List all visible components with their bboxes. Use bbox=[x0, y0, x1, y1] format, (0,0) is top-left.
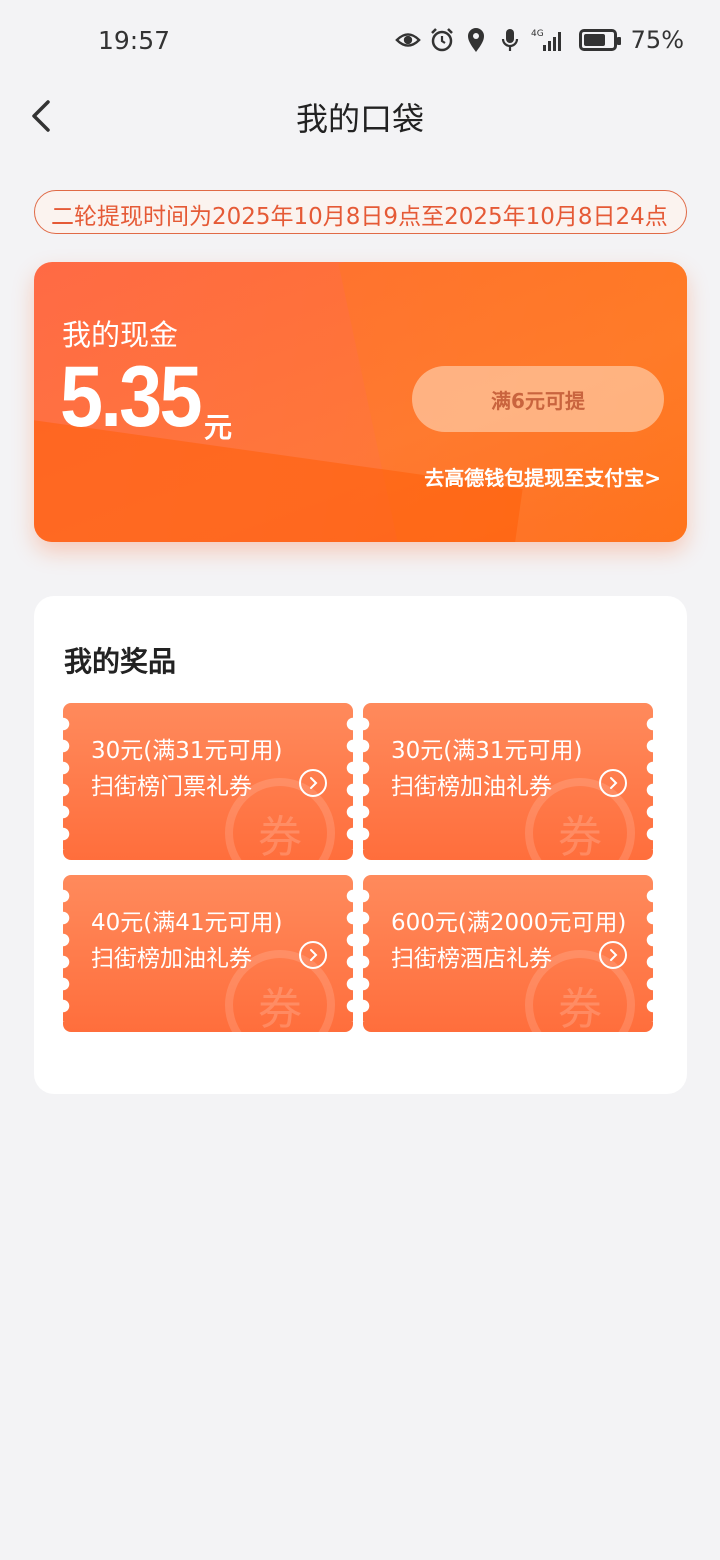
coupon-amount: 30元(满31元可用) bbox=[91, 738, 283, 764]
coupon-card[interactable]: 券 600元(满2000元可用) 扫街榜酒店礼券 bbox=[363, 875, 653, 1032]
signal-icon: 4G bbox=[531, 27, 565, 53]
location-icon bbox=[463, 27, 489, 53]
cash-unit: 元 bbox=[204, 411, 233, 444]
cash-amount: 5.35 bbox=[60, 349, 203, 445]
status-icons: 4G 75% bbox=[394, 26, 684, 54]
chevron-right-circle-icon[interactable] bbox=[299, 769, 327, 797]
eye-icon bbox=[394, 27, 421, 53]
coupon-card[interactable]: 券 30元(满31元可用) 扫街榜加油礼券 bbox=[363, 703, 653, 860]
notice-text: 二轮提现时间为2025年10月8日9点至2025年10月8日24点 bbox=[51, 204, 668, 230]
status-bar: 19:57 4G 75% bbox=[0, 0, 720, 84]
coupon-notches bbox=[645, 713, 653, 850]
coupon-notches bbox=[345, 713, 353, 850]
battery-icon bbox=[578, 29, 621, 51]
coupon-notches bbox=[363, 885, 371, 1022]
alipay-withdraw-link[interactable]: 去高德钱包提现至支付宝> bbox=[424, 462, 661, 491]
chevron-right-circle-icon[interactable] bbox=[299, 941, 327, 969]
prizes-section: 我的奖品 券 30元(满31元可用) 扫街榜门票礼券 券 30元(满31元可用)… bbox=[34, 596, 687, 1094]
page-title: 我的口袋 bbox=[295, 100, 424, 138]
coupon-notches bbox=[363, 713, 371, 850]
coupon-notches bbox=[63, 713, 71, 850]
coupon-name: 扫街榜加油礼券 bbox=[391, 774, 552, 800]
coupon-name: 扫街榜门票礼券 bbox=[91, 774, 252, 800]
coupon-card[interactable]: 券 40元(满41元可用) 扫街榜加油礼券 bbox=[63, 875, 353, 1032]
coupon-amount: 40元(满41元可用) bbox=[91, 910, 283, 936]
coupon-notches bbox=[345, 885, 353, 1022]
network-label: 4G bbox=[531, 29, 544, 39]
navigation-bar: 我的口袋 bbox=[0, 84, 720, 148]
coupon-amount: 30元(满31元可用) bbox=[391, 738, 583, 764]
withdraw-button[interactable]: 满6元可提 bbox=[412, 366, 664, 432]
coupon-name: 扫街榜酒店礼券 bbox=[391, 946, 552, 972]
coupon-notches bbox=[63, 885, 71, 1022]
chevron-right-circle-icon[interactable] bbox=[599, 769, 627, 797]
prizes-title: 我的奖品 bbox=[64, 645, 177, 678]
notice-banner: 二轮提现时间为2025年10月8日9点至2025年10月8日24点 bbox=[34, 190, 687, 234]
status-time: 19:57 bbox=[98, 26, 171, 55]
mic-icon bbox=[497, 27, 523, 53]
coupon-card[interactable]: 券 30元(满31元可用) 扫街榜门票礼券 bbox=[63, 703, 353, 860]
battery-percent: 75% bbox=[630, 26, 684, 54]
chevron-right-circle-icon[interactable] bbox=[599, 941, 627, 969]
coupon-notches bbox=[645, 885, 653, 1022]
alarm-icon bbox=[429, 27, 455, 53]
coupon-name: 扫街榜加油礼券 bbox=[91, 946, 252, 972]
coupon-amount: 600元(满2000元可用) bbox=[391, 910, 627, 936]
battery-indicator: 75% bbox=[573, 26, 684, 54]
battery-fill bbox=[583, 34, 605, 46]
cash-card: 我的现金 5.35 元 满6元可提 去高德钱包提现至支付宝> bbox=[34, 262, 687, 542]
